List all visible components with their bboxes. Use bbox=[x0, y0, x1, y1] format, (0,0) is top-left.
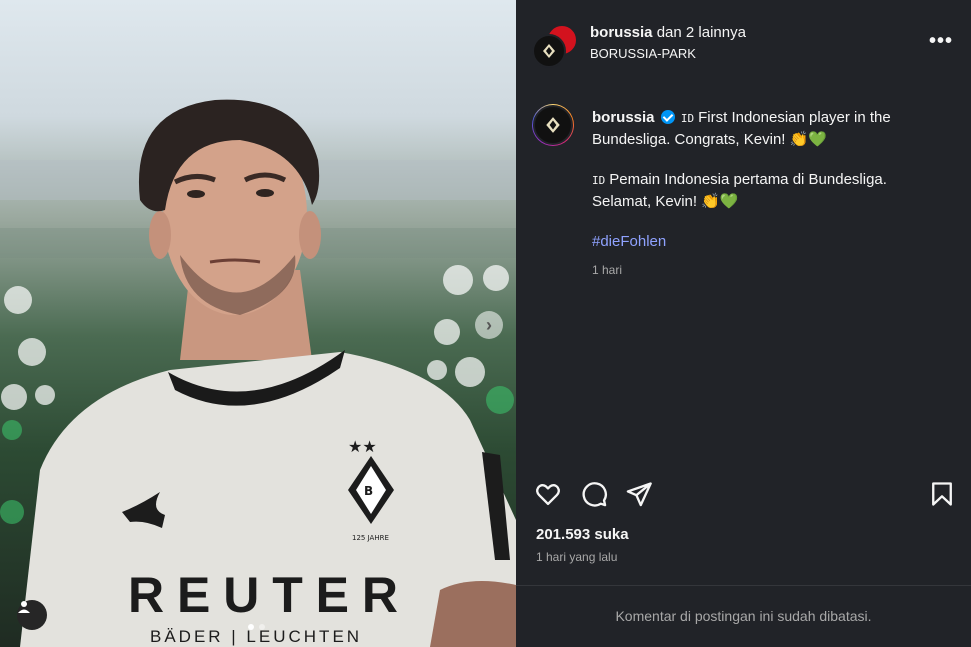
club-crest-icon bbox=[543, 44, 555, 58]
post-media[interactable]: ★★ B 125 JAHRE REUTER BÄDER | LEUCHTEN › bbox=[0, 0, 516, 647]
save-button[interactable] bbox=[928, 480, 956, 508]
coauthor-avatars[interactable] bbox=[532, 24, 578, 68]
user-icon bbox=[18, 601, 30, 613]
svg-text:★★: ★★ bbox=[348, 437, 377, 456]
carousel-dot bbox=[248, 624, 254, 630]
more-options-button[interactable]: ••• bbox=[929, 30, 953, 53]
like-button[interactable] bbox=[534, 480, 562, 508]
post-location[interactable]: BORUSSIA-PARK bbox=[590, 46, 696, 61]
jersey-badge-text: 125 JAHRE bbox=[352, 534, 389, 542]
chevron-right-icon: › bbox=[486, 314, 492, 335]
caption-username[interactable]: borussia bbox=[592, 109, 655, 126]
tagged-users-button[interactable] bbox=[17, 600, 47, 630]
heart-icon bbox=[536, 484, 560, 506]
comments-limited-notice: Komentar di postingan ini sudah dibatasi… bbox=[615, 608, 872, 624]
carousel-indicator bbox=[248, 624, 265, 630]
flag-label: ID bbox=[680, 112, 695, 125]
verified-badge-icon bbox=[660, 110, 675, 124]
caption-line-2: Pemain Indonesia pertama di Bundesliga. … bbox=[592, 171, 887, 210]
post-side-panel: borussia dan 2 lainnya BORUSSIA-PARK •••… bbox=[516, 0, 971, 647]
post-timestamp[interactable]: 1 hari yang lalu bbox=[536, 550, 617, 564]
carousel-next-button[interactable]: › bbox=[475, 311, 503, 339]
hashtag-link[interactable]: #dieFohlen bbox=[592, 232, 912, 253]
comment-button[interactable] bbox=[580, 480, 608, 508]
avatar bbox=[532, 34, 566, 68]
coauthors-link[interactable]: dan 2 lainnya bbox=[657, 24, 746, 41]
post-header: borussia dan 2 lainnya BORUSSIA-PARK ••• bbox=[516, 0, 971, 92]
divider bbox=[516, 585, 971, 586]
share-button[interactable] bbox=[625, 480, 653, 508]
caption-avatar[interactable] bbox=[532, 104, 574, 146]
post-photo: ★★ B 125 JAHRE REUTER BÄDER | LEUCHTEN bbox=[0, 99, 516, 647]
club-crest-icon bbox=[546, 117, 560, 133]
more-horizontal-icon: ••• bbox=[929, 30, 954, 52]
bookmark-icon bbox=[932, 482, 952, 506]
comment-icon bbox=[582, 482, 607, 507]
flag-label: ID bbox=[592, 174, 606, 187]
carousel-dot bbox=[259, 624, 265, 630]
caption-time: 1 hari bbox=[592, 262, 623, 277]
likes-count[interactable]: 201.593 suka bbox=[536, 526, 629, 543]
share-icon bbox=[626, 482, 652, 507]
post-authors: borussia dan 2 lainnya bbox=[590, 24, 746, 41]
author-username[interactable]: borussia bbox=[590, 24, 653, 41]
svg-text:B: B bbox=[364, 484, 373, 498]
action-bar bbox=[516, 476, 971, 510]
